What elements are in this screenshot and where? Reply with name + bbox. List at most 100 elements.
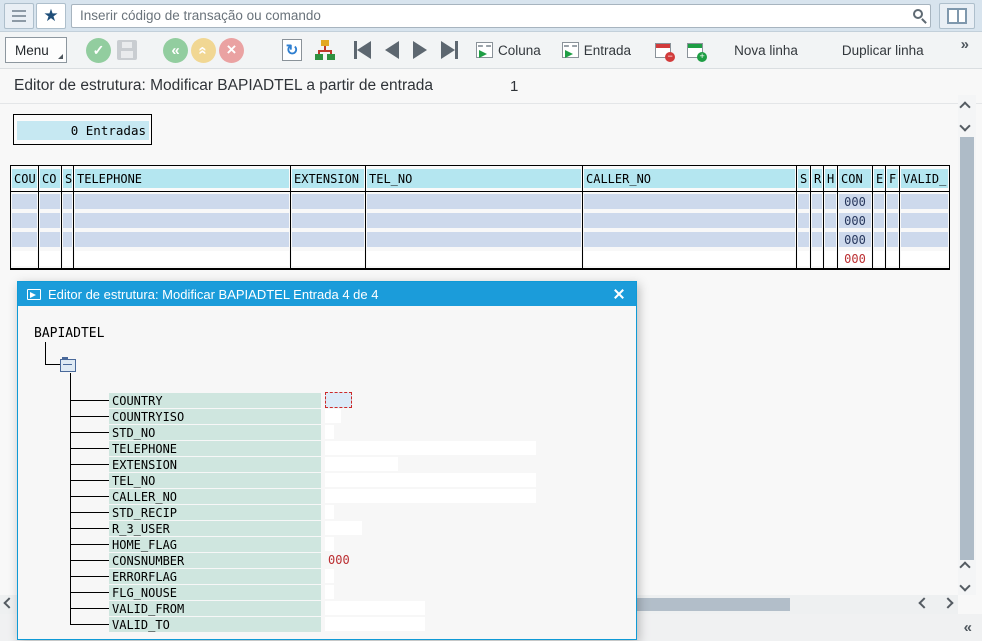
cancel-button[interactable]: × [219, 38, 244, 63]
scroll-left-button[interactable] [5, 599, 17, 611]
field-input[interactable] [325, 569, 334, 583]
table-cell[interactable] [811, 249, 824, 268]
table-cell[interactable] [11, 192, 39, 211]
table-cell[interactable] [900, 192, 949, 211]
table-cell[interactable] [797, 230, 811, 249]
first-entry-button[interactable] [354, 41, 371, 59]
column-header[interactable]: S [797, 166, 811, 191]
scroll-up-button-bottom[interactable] [961, 563, 973, 575]
table-cell[interactable] [797, 192, 811, 211]
field-input[interactable] [325, 409, 341, 423]
table-cell[interactable] [366, 249, 583, 268]
table-cell[interactable] [583, 230, 797, 249]
vertical-scrollbar[interactable] [958, 95, 976, 595]
field-input[interactable] [325, 537, 334, 551]
field-input-focused[interactable] [325, 392, 352, 408]
delete-row-button[interactable]: − [655, 43, 671, 58]
table-cell[interactable] [797, 211, 811, 230]
table-cell[interactable] [39, 230, 62, 249]
table-cell[interactable] [873, 211, 886, 230]
table-cell[interactable] [900, 230, 949, 249]
table-cell[interactable] [39, 211, 62, 230]
field-input[interactable] [325, 425, 334, 439]
table-cell[interactable] [39, 249, 62, 268]
toolbar-overflow-button[interactable]: » [961, 32, 969, 53]
table-cell[interactable] [366, 192, 583, 211]
table-cell[interactable] [900, 211, 949, 230]
menu-button[interactable]: Menu [5, 37, 67, 63]
table-cell[interactable] [11, 211, 39, 230]
table-cell[interactable] [824, 230, 838, 249]
column-header[interactable]: H [824, 166, 838, 191]
last-entry-button[interactable] [441, 41, 458, 59]
field-input[interactable] [325, 521, 362, 535]
table-cell[interactable] [873, 192, 886, 211]
save-button[interactable] [117, 40, 137, 60]
column-header[interactable]: E [873, 166, 886, 191]
hierarchy-button[interactable] [315, 40, 335, 60]
table-cell[interactable] [39, 192, 62, 211]
table-cell[interactable] [811, 192, 824, 211]
table-cell[interactable] [74, 230, 291, 249]
table-cell[interactable] [11, 230, 39, 249]
field-input[interactable] [325, 489, 536, 503]
scroll-down-button-bottom[interactable] [961, 582, 973, 594]
insert-row-button[interactable]: + [687, 43, 703, 58]
table-cell[interactable] [62, 230, 74, 249]
table-cell[interactable]: 000 [838, 211, 873, 230]
column-header[interactable]: CON [838, 166, 873, 191]
column-header[interactable]: CALLER_NO [583, 166, 797, 191]
scroll-up-button[interactable] [961, 103, 973, 115]
table-cell[interactable] [873, 249, 886, 268]
table-cell[interactable] [62, 249, 74, 268]
search-icon[interactable] [913, 9, 923, 19]
table-cell[interactable] [11, 249, 39, 268]
table-cell[interactable] [291, 192, 366, 211]
column-header[interactable]: R [811, 166, 824, 191]
field-input[interactable] [325, 585, 334, 599]
vertical-scroll-thumb[interactable] [960, 137, 974, 560]
refresh-button[interactable]: ↻ [282, 39, 302, 61]
table-cell[interactable] [811, 211, 824, 230]
table-cell[interactable] [74, 249, 291, 268]
scroll-right-button[interactable] [944, 599, 956, 611]
panes-button[interactable] [939, 3, 975, 29]
table-cell[interactable] [291, 230, 366, 249]
column-header[interactable]: F [886, 166, 900, 191]
next-entry-button[interactable] [413, 41, 427, 59]
field-value[interactable]: 000 [325, 553, 350, 567]
table-cell[interactable] [811, 230, 824, 249]
list-button[interactable] [4, 3, 34, 29]
favorites-button[interactable]: ★ [36, 3, 66, 29]
column-header[interactable]: TEL_NO [366, 166, 583, 191]
column-header[interactable]: S [62, 166, 74, 191]
new-line-button[interactable]: Nova linha [734, 43, 798, 58]
command-input[interactable] [71, 4, 931, 28]
table-cell[interactable] [583, 192, 797, 211]
table-cell[interactable] [900, 249, 949, 268]
folder-icon[interactable] [60, 359, 76, 372]
table-cell[interactable] [366, 230, 583, 249]
entry-button[interactable]: Entrada [562, 42, 631, 58]
table-cell[interactable] [62, 192, 74, 211]
column-header[interactable]: VALID_ [900, 166, 949, 191]
column-header[interactable]: TELEPHONE [74, 166, 291, 191]
table-cell[interactable] [824, 249, 838, 268]
table-cell[interactable] [366, 211, 583, 230]
table-cell[interactable] [886, 230, 900, 249]
table-cell[interactable] [886, 249, 900, 268]
table-cell[interactable] [583, 249, 797, 268]
field-input[interactable] [325, 505, 334, 519]
table-cell[interactable] [291, 249, 366, 268]
exit-button[interactable]: « [191, 38, 216, 63]
table-cell[interactable] [873, 230, 886, 249]
field-input[interactable] [325, 457, 398, 471]
field-input[interactable] [325, 601, 425, 615]
column-header[interactable]: COU [11, 166, 39, 191]
table-cell[interactable] [291, 211, 366, 230]
dialog-close-button[interactable] [611, 286, 627, 302]
table-cell[interactable] [583, 211, 797, 230]
dialog-titlebar[interactable]: Editor de estrutura: Modificar BAPIADTEL… [18, 282, 636, 306]
table-cell[interactable] [62, 211, 74, 230]
scroll-left-button-right[interactable] [920, 599, 932, 611]
